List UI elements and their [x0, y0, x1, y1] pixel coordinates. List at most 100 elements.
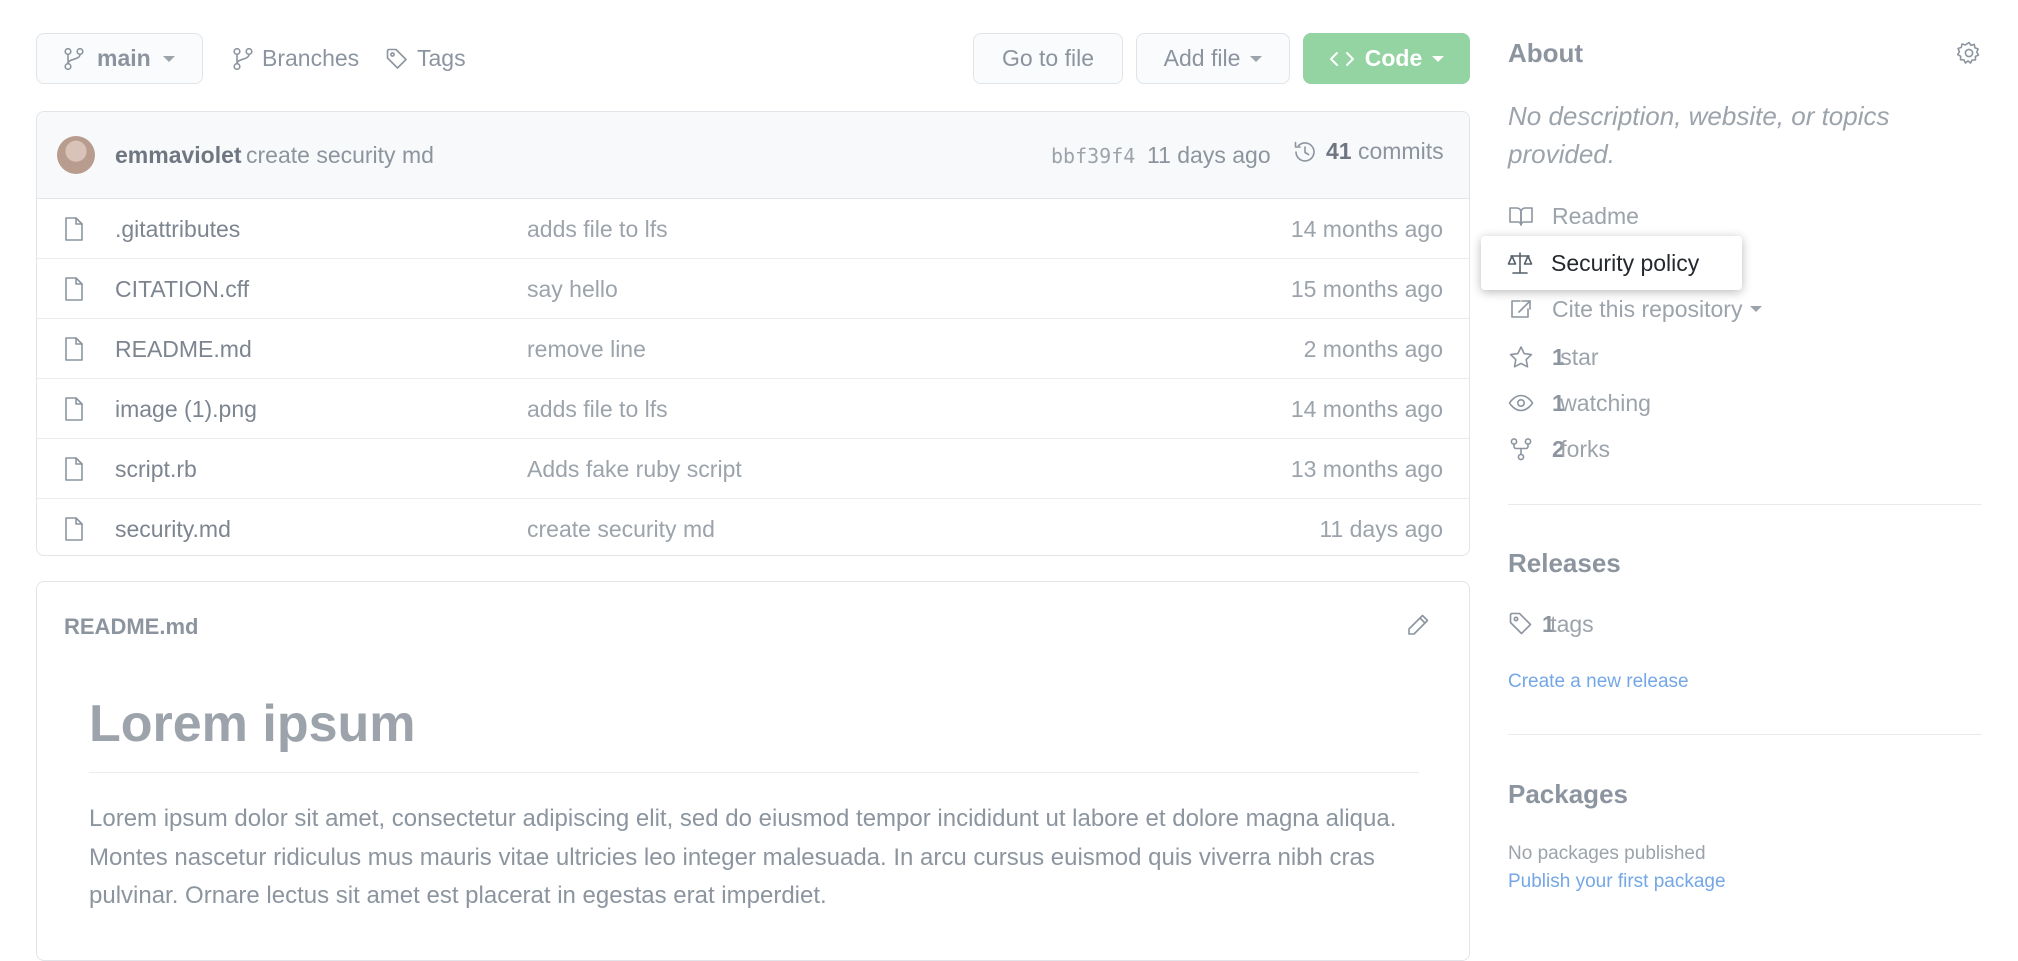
file-icon — [65, 517, 83, 541]
about-description: No description, website, or topics provi… — [1508, 101, 1890, 169]
chevron-down-icon — [1250, 55, 1263, 62]
add-file-button[interactable]: Add file — [1136, 33, 1290, 84]
about-title: About — [1508, 38, 1584, 68]
branches-label: Branches — [262, 45, 360, 71]
gear-icon[interactable] — [1956, 40, 1982, 66]
git-branch-icon — [64, 47, 84, 70]
security-policy-label: Security policy — [1551, 249, 1700, 276]
latest-commit-bar: emmaviolet create security md bbf39f4 11… — [37, 112, 1469, 199]
readme-link[interactable]: Readme — [1508, 199, 1639, 233]
table-row: .gitattributes adds file to lfs 14 month… — [37, 199, 1469, 258]
file-icon — [65, 397, 83, 421]
branch-selector-button[interactable]: main — [36, 33, 203, 84]
table-row: CITATION.cff say hello 15 months ago — [37, 258, 1469, 318]
commit-count: 41 — [1326, 138, 1352, 164]
file-icon — [65, 217, 83, 241]
star-icon — [1509, 346, 1533, 368]
publish-package-link[interactable]: Publish your first package — [1508, 871, 1726, 893]
file-rows: .gitattributes adds file to lfs 14 month… — [37, 199, 1469, 555]
forks-label: forks — [1560, 435, 1611, 462]
tag-icon — [386, 48, 407, 69]
file-commit-message-link[interactable]: say hello — [527, 276, 618, 303]
code-icon — [1329, 51, 1354, 66]
chevron-down-icon — [1432, 55, 1445, 62]
file-name-link[interactable]: image (1).png — [115, 396, 257, 423]
cite-repository-link[interactable]: Cite this repository — [1508, 292, 1763, 326]
pencil-icon[interactable] — [1405, 612, 1431, 638]
chevron-down-icon — [162, 55, 175, 62]
divider — [1508, 504, 1982, 505]
create-release-link[interactable]: Create a new release — [1508, 671, 1689, 693]
table-row: README.md remove line 2 months ago — [37, 318, 1469, 378]
commit-message-link[interactable]: create security md — [246, 142, 434, 169]
file-time: 13 months ago — [1290, 456, 1443, 482]
file-name-link[interactable]: security.md — [115, 516, 231, 543]
no-packages-text: No packages published — [1508, 843, 1706, 864]
quote-icon — [1511, 300, 1531, 318]
file-list: emmaviolet create security md bbf39f4 11… — [36, 111, 1470, 556]
code-button[interactable]: Code — [1303, 33, 1470, 84]
release-tags-label: tags — [1550, 610, 1594, 637]
stars-link[interactable]: 1 star — [1508, 340, 1599, 374]
security-policy-link[interactable]: Security policy — [1481, 236, 1742, 290]
file-name-link[interactable]: .gitattributes — [115, 216, 240, 243]
repo-forked-icon — [1510, 438, 1532, 461]
file-icon — [65, 277, 83, 301]
file-time: 14 months ago — [1290, 216, 1443, 242]
commits-link[interactable]: 41 commits — [1292, 138, 1444, 165]
chevron-down-icon — [1750, 306, 1763, 312]
file-time: 2 months ago — [1303, 336, 1443, 362]
file-commit-message-link[interactable]: remove line — [527, 336, 646, 363]
table-row: script.rb Adds fake ruby script 13 month… — [37, 438, 1469, 498]
tags-label: Tags — [417, 45, 466, 71]
commit-sha-link[interactable]: bbf39f4 — [1051, 144, 1135, 168]
release-tags-link[interactable]: 1 tags — [1508, 607, 1594, 641]
table-row: security.md create security md 11 days a… — [37, 498, 1469, 555]
packages-title[interactable]: Packages — [1508, 779, 1628, 810]
readme-filename: README.md — [64, 614, 199, 639]
book-icon — [1509, 207, 1533, 226]
forks-link[interactable]: 2 forks — [1508, 432, 1610, 466]
readme-heading: Lorem ipsum — [89, 695, 416, 753]
git-branch-icon — [233, 47, 253, 70]
tags-link[interactable]: Tags — [385, 33, 466, 84]
repo-page: main Branches Tags Go to file Add file C… — [0, 0, 2018, 961]
readme-panel: README.md Lorem ipsum Lorem ipsum dolor … — [36, 581, 1470, 961]
file-commit-message-link[interactable]: create security md — [527, 516, 715, 543]
stars-label: star — [1560, 343, 1599, 370]
code-label: Code — [1364, 45, 1423, 71]
table-row: image (1).png adds file to lfs 14 months… — [37, 378, 1469, 438]
tag-icon — [1509, 612, 1532, 635]
branch-name: main — [97, 45, 151, 71]
releases-title[interactable]: Releases — [1508, 548, 1621, 579]
watching-label: watching — [1560, 389, 1651, 416]
cite-label: Cite this repository — [1552, 295, 1743, 322]
divider — [1508, 734, 1982, 735]
avatar[interactable] — [57, 136, 95, 174]
divider — [89, 772, 1419, 773]
commits-label: commits — [1357, 138, 1444, 164]
file-icon — [65, 337, 83, 361]
file-time: 14 months ago — [1290, 396, 1443, 422]
watching-link[interactable]: 1 watching — [1508, 386, 1651, 420]
commit-author-link[interactable]: emmaviolet — [115, 142, 242, 169]
go-to-file-button[interactable]: Go to file — [973, 33, 1123, 84]
file-name-link[interactable]: script.rb — [115, 456, 197, 483]
law-scale-icon — [1507, 252, 1533, 274]
readme-body: Lorem ipsum dolor sit amet, consectetur … — [89, 805, 1397, 909]
branches-link[interactable]: Branches — [232, 33, 359, 84]
go-to-file-label: Go to file — [1001, 45, 1095, 71]
file-time: 15 months ago — [1290, 276, 1443, 302]
file-name-link[interactable]: CITATION.cff — [115, 276, 249, 303]
file-time: 11 days ago — [1319, 516, 1443, 542]
eye-icon — [1508, 394, 1534, 412]
commit-time: 11 days ago — [1147, 142, 1271, 168]
readme-label: Readme — [1552, 202, 1639, 229]
history-icon — [1294, 141, 1315, 162]
add-file-label: Add file — [1163, 45, 1241, 71]
file-name-link[interactable]: README.md — [115, 336, 252, 363]
file-icon — [65, 457, 83, 481]
file-commit-message-link[interactable]: adds file to lfs — [527, 396, 668, 423]
file-commit-message-link[interactable]: adds file to lfs — [527, 216, 668, 243]
file-commit-message-link[interactable]: Adds fake ruby script — [527, 456, 742, 483]
